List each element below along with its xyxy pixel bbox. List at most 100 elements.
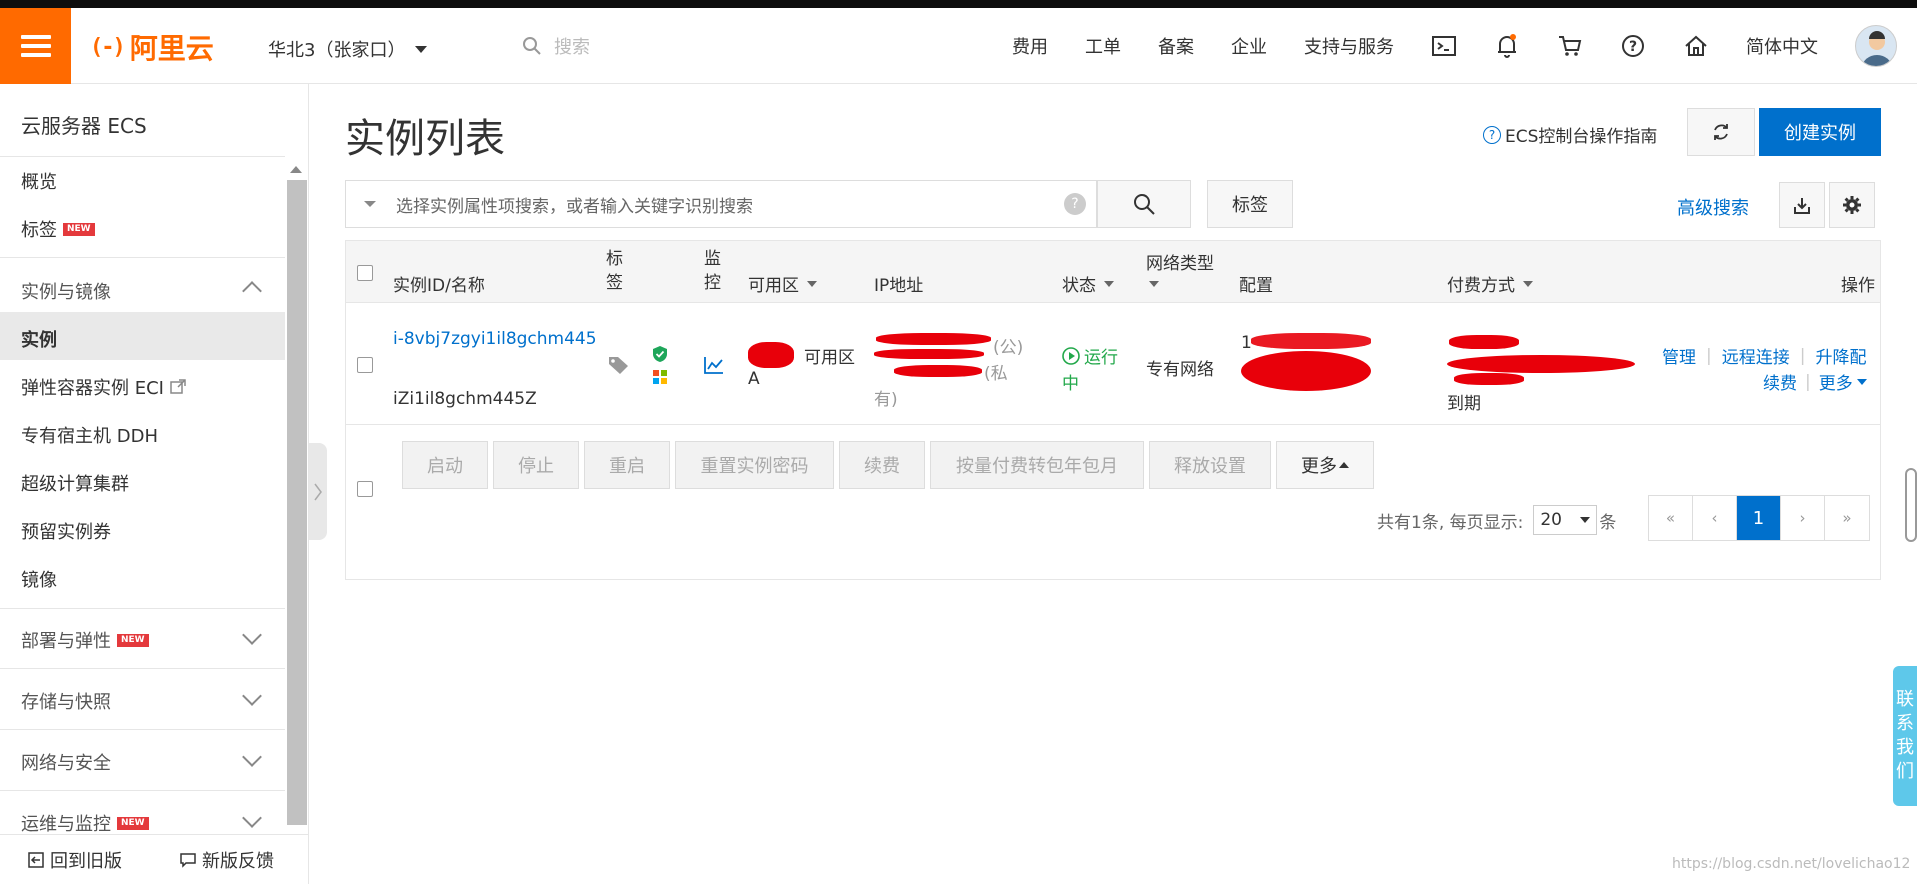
sidebar-item-ddh[interactable]: 专有宿主机 DDH — [21, 422, 158, 448]
sidebar-scrollbar-thumb[interactable] — [287, 180, 307, 825]
aliyun-logo[interactable]: (-) 阿里云 — [90, 32, 214, 65]
play-circle-icon — [1062, 346, 1080, 365]
chevron-down-icon[interactable] — [242, 747, 262, 767]
logo-mark: (-) — [90, 34, 126, 60]
release-settings-button[interactable]: 释放设置 — [1149, 441, 1271, 489]
filter-help-icon[interactable]: ? — [1064, 193, 1086, 215]
settings-button[interactable] — [1829, 182, 1875, 228]
sort-caret-icon[interactable] — [1149, 281, 1159, 287]
network-type: 专有网络 — [1146, 360, 1214, 380]
filter-search-button[interactable] — [1097, 180, 1191, 228]
col-network-label: 网络类型 — [1146, 254, 1214, 274]
language-switch[interactable]: 简体中文 — [1746, 33, 1818, 59]
shield-icon — [652, 345, 668, 368]
col-tag: 标签 — [606, 249, 623, 293]
sidebar-item-tags[interactable]: 标签 NEW — [21, 216, 95, 242]
advanced-search-link[interactable]: 高级搜索 — [1677, 194, 1749, 220]
chevron-up-icon[interactable] — [242, 281, 262, 301]
col-actions: 操作 — [1841, 276, 1875, 296]
contact-us-tab[interactable]: 联 系 我 们 — [1893, 666, 1917, 806]
nav-icp[interactable]: 备案 — [1158, 33, 1194, 59]
current-page-button[interactable]: 1 — [1737, 496, 1781, 540]
console-guide-link[interactable]: ? ECS控制台操作指南 — [1483, 122, 1657, 147]
stop-button[interactable]: 停止 — [493, 441, 579, 489]
instance-id-link[interactable]: i-8vbj7zgyi1il8gchm445 — [393, 329, 597, 349]
nav-enterprise[interactable]: 企业 — [1231, 33, 1267, 59]
more-actions-dropdown[interactable]: 更多 — [1819, 369, 1867, 394]
logo-text: 阿里云 — [129, 32, 214, 65]
batch-select-checkbox[interactable] — [357, 481, 373, 497]
separator: | — [1805, 371, 1811, 392]
next-page-button[interactable]: › — [1781, 496, 1825, 540]
tag-filter-button[interactable]: 标签 — [1207, 180, 1293, 228]
filter-placeholder: 选择实例属性项搜索，或者输入关键字识别搜索 — [396, 196, 753, 217]
back-icon — [28, 851, 44, 868]
sidebar-group-network[interactable]: 网络与安全 — [21, 749, 111, 775]
help-icon[interactable]: ? — [1620, 33, 1646, 59]
manage-link[interactable]: 管理 — [1662, 343, 1696, 368]
sidebar-item-hpc[interactable]: 超级计算集群 — [21, 470, 129, 496]
tag-icon[interactable] — [608, 355, 630, 380]
sidebar-collapse-toggle[interactable] — [309, 443, 327, 540]
convert-billing-button[interactable]: 按量付费转包年包月 — [930, 441, 1144, 489]
page-scroll-indicator[interactable] — [1905, 468, 1917, 542]
col-billing[interactable]: 付费方式 — [1447, 271, 1533, 296]
feedback-link[interactable]: 新版反馈 — [180, 847, 274, 873]
global-search[interactable]: 搜索 — [522, 33, 590, 59]
region-selector[interactable]: 华北3（张家口） — [268, 36, 428, 62]
remote-connect-link[interactable]: 远程连接 — [1722, 343, 1790, 368]
terminal-icon[interactable] — [1431, 33, 1457, 59]
export-button[interactable] — [1779, 182, 1825, 228]
renew-link[interactable]: 续费 — [1763, 369, 1797, 394]
sidebar-item-eci[interactable]: 弹性容器实例 ECI — [21, 374, 186, 400]
page-size-value: 20 — [1540, 510, 1562, 530]
instance-filter-input[interactable]: 选择实例属性项搜索，或者输入关键字识别搜索 ? — [345, 180, 1097, 228]
chevron-down-icon[interactable] — [242, 625, 262, 645]
filter-caret-icon[interactable] — [364, 201, 376, 207]
page-size-select[interactable]: 20 — [1533, 505, 1598, 535]
first-page-button[interactable]: « — [1649, 496, 1693, 540]
bell-icon[interactable] — [1494, 33, 1520, 59]
caret-down-icon — [1580, 517, 1591, 523]
sidebar-group-deploy[interactable]: 部署与弹性 NEW — [21, 627, 149, 653]
batch-more-button[interactable]: 更多 — [1276, 441, 1374, 489]
hamburger-menu-button[interactable] — [0, 8, 71, 84]
row-checkbox[interactable] — [357, 357, 373, 373]
resize-link[interactable]: 升降配 — [1815, 343, 1866, 368]
monitor-chart-icon[interactable] — [704, 356, 724, 379]
sidebar-item-images[interactable]: 镜像 — [21, 566, 57, 592]
col-status[interactable]: 状态 — [1062, 271, 1114, 296]
cart-icon[interactable] — [1557, 33, 1583, 59]
nav-fees[interactable]: 费用 — [1012, 33, 1048, 59]
chevron-left-icon — [314, 483, 322, 500]
last-page-button[interactable]: » — [1825, 496, 1869, 540]
sidebar-group-storage[interactable]: 存储与快照 — [21, 688, 111, 714]
sidebar-group-label: 实例与镜像 — [21, 282, 111, 303]
col-zone[interactable]: 可用区 — [748, 271, 817, 296]
scroll-up-arrow-icon[interactable] — [290, 166, 302, 173]
redaction-scribble — [748, 342, 794, 368]
chevron-down-icon[interactable] — [242, 808, 262, 828]
col-network[interactable]: 网络类型 — [1146, 249, 1214, 274]
refresh-button[interactable] — [1687, 108, 1755, 156]
renew-button[interactable]: 续费 — [839, 441, 925, 489]
user-avatar[interactable] — [1855, 25, 1897, 67]
chevron-down-icon[interactable] — [242, 686, 262, 706]
nav-tickets[interactable]: 工单 — [1085, 33, 1121, 59]
reset-password-button[interactable]: 重置实例密码 — [675, 441, 834, 489]
restart-button[interactable]: 重启 — [584, 441, 670, 489]
select-all-checkbox[interactable] — [357, 265, 373, 281]
sidebar-item-instances[interactable]: 实例 — [21, 326, 57, 352]
sidebar-group-label: 存储与快照 — [21, 692, 111, 713]
sidebar-group-instances-images[interactable]: 实例与镜像 — [21, 278, 111, 304]
redaction-scribble — [1454, 373, 1524, 385]
sidebar-item-reserved[interactable]: 预留实例券 — [21, 518, 111, 544]
prev-page-button[interactable]: ‹ — [1693, 496, 1737, 540]
create-instance-button[interactable]: 创建实例 — [1759, 108, 1881, 156]
sidebar-group-ops[interactable]: 运维与监控 NEW — [21, 810, 149, 836]
old-version-link[interactable]: 回到旧版 — [28, 847, 122, 873]
start-button[interactable]: 启动 — [402, 441, 488, 489]
home-icon[interactable] — [1683, 33, 1709, 59]
nav-support[interactable]: 支持与服务 — [1304, 33, 1394, 59]
sidebar-item-overview[interactable]: 概览 — [21, 168, 57, 194]
